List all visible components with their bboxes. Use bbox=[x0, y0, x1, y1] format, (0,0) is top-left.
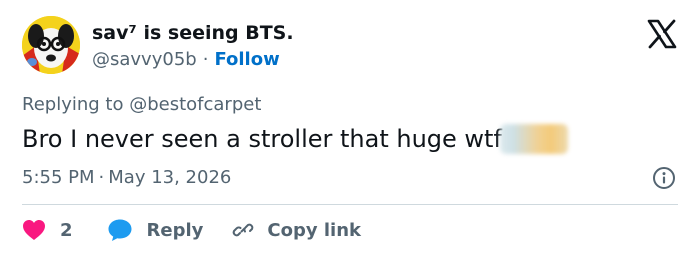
like-count: 2 bbox=[60, 219, 73, 241]
tweet-date: May 13, 2026 bbox=[108, 167, 232, 188]
follow-button[interactable]: Follow bbox=[214, 49, 279, 70]
copy-link-button[interactable]: Copy link bbox=[231, 218, 361, 242]
separator-dot: · bbox=[202, 49, 209, 70]
speech-bubble-icon bbox=[107, 218, 133, 242]
x-logo-icon[interactable] bbox=[646, 18, 678, 50]
separator-dot: · bbox=[98, 167, 105, 188]
link-icon bbox=[231, 218, 255, 242]
timestamp[interactable]: 5:55 PM · May 13, 2026 bbox=[22, 167, 231, 188]
author-display-name[interactable]: sav⁷ is seeing BTS. bbox=[92, 22, 294, 44]
author-handle[interactable]: @savvy05b bbox=[92, 49, 197, 70]
reply-label: Reply bbox=[146, 219, 204, 241]
replying-to-prefix: Replying to bbox=[22, 94, 124, 115]
author-meta: @savvy05b · Follow bbox=[92, 49, 280, 70]
divider bbox=[22, 204, 678, 205]
replying-to: Replying to @bestofcarpet bbox=[22, 94, 261, 115]
reply-button[interactable]: Reply bbox=[107, 218, 204, 242]
tweet-time: 5:55 PM bbox=[22, 167, 95, 188]
avatar[interactable] bbox=[22, 16, 80, 74]
copy-link-label: Copy link bbox=[267, 219, 361, 241]
tweet-card: sav⁷ is seeing BTS. @savvy05b · Follow Rep… bbox=[0, 0, 700, 256]
action-bar: 2 Reply Copy link bbox=[22, 216, 361, 244]
tweet-text: Bro I never seen a stroller that huge wt… bbox=[22, 125, 502, 153]
heart-icon bbox=[22, 219, 46, 241]
replying-to-handle[interactable]: @bestofcarpet bbox=[129, 94, 261, 115]
info-icon[interactable] bbox=[652, 166, 676, 190]
like-button[interactable]: 2 bbox=[22, 219, 73, 241]
tweet-text-row: Bro I never seen a stroller that huge wt… bbox=[22, 124, 568, 154]
blurred-emoji bbox=[499, 124, 568, 154]
